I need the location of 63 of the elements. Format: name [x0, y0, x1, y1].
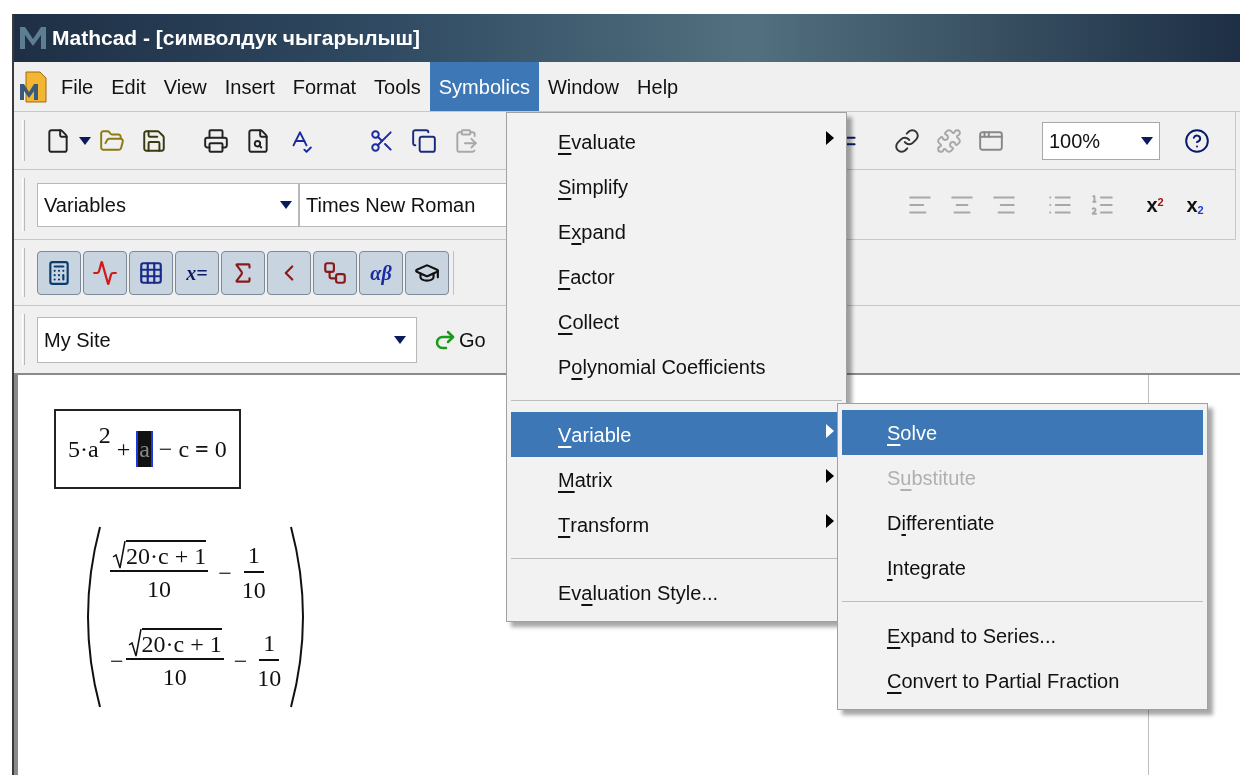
- dropdown-caret-icon: [394, 335, 406, 344]
- menu-bar-item[interactable]: Insert: [215, 62, 284, 111]
- math-palette-button[interactable]: [129, 250, 173, 295]
- denominator: 10: [147, 575, 172, 604]
- menu-bar-item[interactable]: Symbolics: [429, 62, 539, 111]
- evaluation-label: x=: [186, 260, 208, 286]
- math-palette-button[interactable]: [313, 250, 357, 295]
- menu-item[interactable]: Solve: [842, 410, 1203, 455]
- exponent: 2: [98, 421, 111, 448]
- evaluation-equals: =: [195, 435, 209, 464]
- go-button[interactable]: Go: [433, 324, 486, 355]
- style-dropdown[interactable]: Variables: [37, 182, 299, 227]
- menu-bar-item[interactable]: View: [154, 62, 216, 111]
- dropdown-caret-icon: [79, 136, 91, 145]
- denominator: 10: [257, 664, 282, 693]
- menu-bar-item[interactable]: Format: [283, 62, 366, 111]
- menu-item[interactable]: Expand to Series...: [842, 613, 1203, 658]
- denominator: 10: [162, 663, 187, 692]
- menu-item[interactable]: Polynomial Coefficients: [511, 344, 842, 389]
- numerator: 1: [243, 539, 264, 573]
- graph-icon: [92, 259, 118, 286]
- menu-item[interactable]: Convert to Partial Fraction: [842, 658, 1203, 703]
- menu-bar-item[interactable]: Window: [538, 62, 629, 111]
- equation-text: 5·a: [68, 436, 99, 464]
- dropdown-caret-icon: [280, 200, 292, 209]
- plus-sign: +: [116, 435, 131, 464]
- math-palette-button[interactable]: [37, 250, 81, 295]
- menu-item[interactable]: Differentiate: [842, 500, 1203, 545]
- math-palette-button[interactable]: [405, 250, 449, 295]
- greek-label: αβ: [370, 260, 392, 287]
- window-title: Mathcad - [символдук чыгарылыш]: [52, 25, 420, 52]
- menu-item[interactable]: Factor: [511, 254, 842, 299]
- zoom-dropdown[interactable]: 100%: [1042, 121, 1160, 160]
- math-palette-button[interactable]: x=: [175, 250, 219, 295]
- equation-text: 0: [214, 435, 227, 464]
- menu-item[interactable]: Collect: [511, 299, 842, 344]
- selected-variable: a: [136, 431, 153, 467]
- equation-text: − c: [158, 435, 190, 464]
- operator: −: [218, 559, 232, 588]
- site-dropdown[interactable]: My Site: [37, 316, 417, 363]
- subscript-button[interactable]: x$_{2}$: [1175, 187, 1215, 222]
- math-palette-button[interactable]: [221, 250, 265, 295]
- document-logo-icon: [18, 69, 48, 104]
- calculator-icon: [46, 259, 72, 286]
- menu-bar-item[interactable]: Tools: [365, 62, 430, 111]
- math-palette-button[interactable]: αβ: [359, 250, 403, 295]
- menu-bar-item[interactable]: Help: [628, 62, 688, 111]
- matrix-icon: [138, 259, 164, 286]
- app-logo-icon: [18, 25, 48, 51]
- radicand: 20·c + 1: [126, 540, 207, 570]
- menu-bar-item[interactable]: File: [52, 62, 103, 111]
- operator: −: [233, 647, 248, 676]
- radical-sign: [127, 628, 142, 658]
- superscript-button[interactable]: x$^{2}$: [1135, 187, 1175, 222]
- minus-sign: −: [110, 647, 124, 676]
- menu-item[interactable]: Integrate: [842, 545, 1203, 590]
- denominator: 10: [241, 576, 266, 605]
- menu-bar-item[interactable]: Edit: [102, 62, 155, 111]
- radicand: 20·c + 1: [141, 628, 222, 658]
- numerator: 1: [259, 627, 280, 661]
- radical-sign: [112, 540, 126, 570]
- menu-item[interactable]: Evaluate: [511, 119, 842, 164]
- dropdown-caret-icon: [1141, 136, 1153, 145]
